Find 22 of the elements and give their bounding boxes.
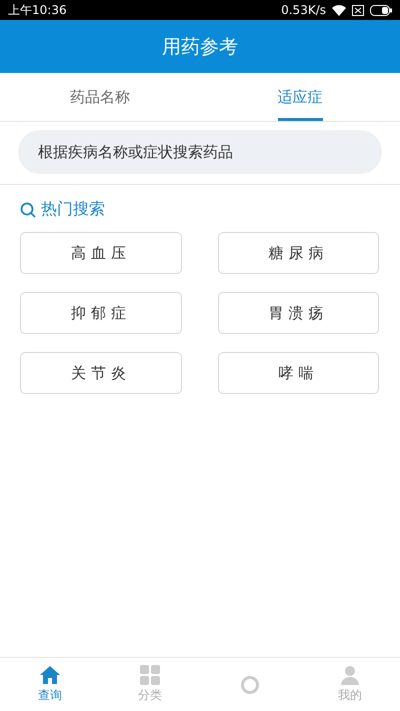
- header-title: 用药参考: [162, 34, 238, 60]
- grid-icon: [140, 665, 160, 685]
- battery-icon: [370, 4, 392, 16]
- tab[interactable]: 适应症: [278, 73, 322, 121]
- search-icon: [20, 202, 36, 218]
- search-field[interactable]: 根据疾病名称或症状搜索药品: [18, 130, 382, 174]
- circle-icon: [240, 674, 260, 694]
- sim-icon: [352, 4, 364, 16]
- hot-search-tag[interactable]: 高血压: [20, 232, 182, 274]
- wifi-icon: [332, 4, 346, 16]
- person-icon: [340, 665, 360, 685]
- hot-search-tag[interactable]: 关节炎: [20, 352, 182, 394]
- tab[interactable]: 药品名称: [70, 73, 130, 121]
- hot-search-tag[interactable]: 抑郁症: [20, 292, 182, 334]
- network-speed: 0.53K/s: [281, 3, 326, 17]
- hot-search-tag[interactable]: 糖尿病: [218, 232, 379, 274]
- section-title: 热门搜索: [41, 199, 105, 220]
- hot-search-tag[interactable]: 哮喘: [218, 352, 379, 394]
- status-time: 上午10:36: [8, 2, 67, 18]
- nav-tab[interactable]: 查询: [0, 658, 100, 711]
- hot-search-tag[interactable]: 胃溃疡: [218, 292, 379, 334]
- home-icon: [39, 665, 61, 685]
